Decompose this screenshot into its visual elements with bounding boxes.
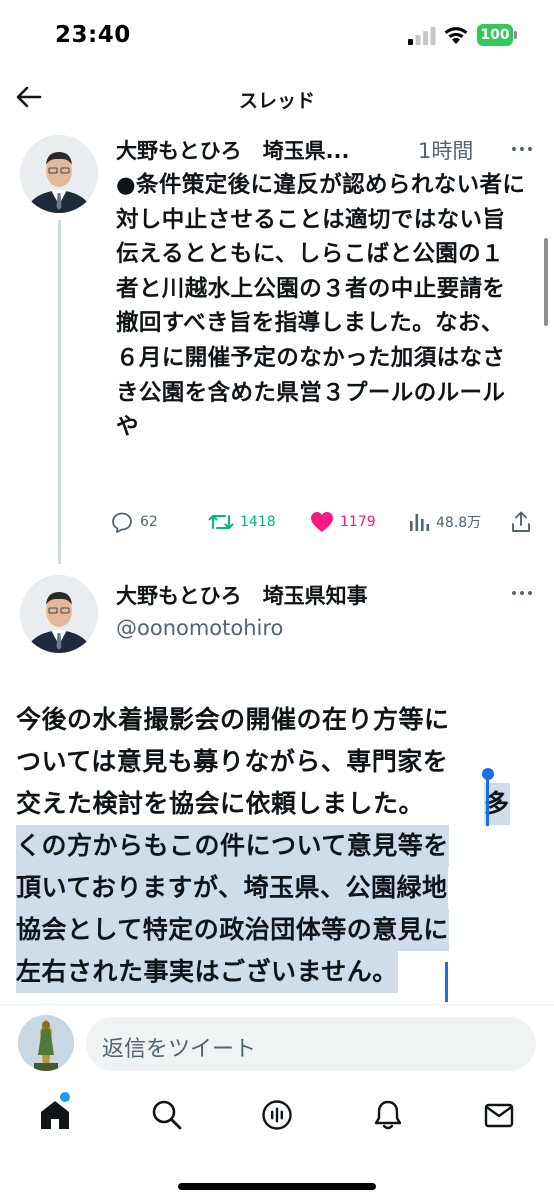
- retweet-count: 1418: [240, 514, 276, 530]
- wifi-icon: [444, 27, 468, 44]
- home-indicator: [178, 1183, 376, 1190]
- mail-icon[interactable]: [482, 1098, 516, 1132]
- search-icon[interactable]: [150, 1098, 184, 1132]
- status-time: 23:40: [55, 22, 131, 48]
- views-icon: [410, 514, 430, 531]
- selected-text: くの方からもこの件について意見等を: [16, 825, 449, 867]
- reply-button[interactable]: 62: [110, 508, 158, 536]
- battery-indicator: 100: [477, 24, 517, 46]
- status-bar: 23:40 100: [0, 0, 554, 72]
- views-button[interactable]: 48.8万: [408, 508, 481, 536]
- reply-count: 62: [140, 514, 158, 530]
- header: スレッド: [0, 72, 554, 124]
- selection-end-handle[interactable]: [445, 962, 448, 1002]
- tweet-text-line: 交えた検討を協会に依頼しました。: [16, 789, 425, 818]
- reply-placeholder: 返信をツイート: [102, 1037, 257, 1062]
- tweet-actions: 62 1418 1179 48.8万: [110, 508, 540, 536]
- bell-icon[interactable]: [371, 1098, 405, 1132]
- selected-text: 頂いておりますが、埼玉県、公園緑地: [16, 867, 448, 909]
- more-icon[interactable]: [510, 588, 534, 598]
- tweet-text: ●条件策定後に違反が認められない者に対し中止させることは適切ではない旨伝えるとと…: [116, 172, 526, 441]
- more-icon[interactable]: [510, 144, 534, 154]
- battery-level: 100: [480, 27, 510, 43]
- views-count: 48.8万: [436, 515, 482, 531]
- timestamp: 1時間: [418, 139, 474, 163]
- retweet-button[interactable]: 1418: [208, 508, 276, 536]
- scrollbar-thumb[interactable]: [544, 238, 548, 326]
- selected-text: 左右された事実はございません。: [16, 951, 398, 993]
- tweet-text-line: ついては意見も募りながら、専門家を: [16, 747, 449, 776]
- author-name[interactable]: 大野もとひろ 埼玉県知事: [116, 580, 368, 610]
- avatar-image: [18, 1015, 74, 1071]
- selected-text: 協会として特定の政治団体等の意見に: [16, 909, 449, 951]
- retweet-icon: [208, 515, 234, 529]
- author-name[interactable]: 大野もとひろ 埼玉県...: [116, 135, 350, 165]
- home-icon[interactable]: [38, 1098, 72, 1132]
- tweet-text-line: 今後の水着撮影会の開催の在り方等に: [16, 705, 450, 734]
- spaces-icon[interactable]: [260, 1098, 294, 1132]
- reply-input[interactable]: 返信をツイート: [86, 1017, 536, 1071]
- cellular-signal-icon: [408, 27, 436, 45]
- reply-bar: 返信をツイート: [0, 1004, 554, 1084]
- thread-connector-line: [58, 220, 61, 564]
- author-handle[interactable]: @oonomotohiro: [116, 616, 283, 640]
- portrait-image: [20, 135, 98, 213]
- my-avatar[interactable]: [18, 1015, 74, 1071]
- portrait-image: [20, 575, 98, 653]
- avatar[interactable]: [20, 135, 98, 213]
- unread-dot: [60, 1092, 70, 1102]
- page-title: スレッド: [238, 90, 315, 112]
- like-button[interactable]: 1179: [310, 508, 376, 536]
- heart-icon: [311, 512, 333, 532]
- selection-start-caret: [486, 776, 489, 826]
- avatar[interactable]: [20, 575, 98, 653]
- share-button[interactable]: [510, 508, 532, 536]
- like-count: 1179: [340, 514, 376, 530]
- reply-icon: [112, 512, 132, 533]
- share-icon: [512, 511, 530, 532]
